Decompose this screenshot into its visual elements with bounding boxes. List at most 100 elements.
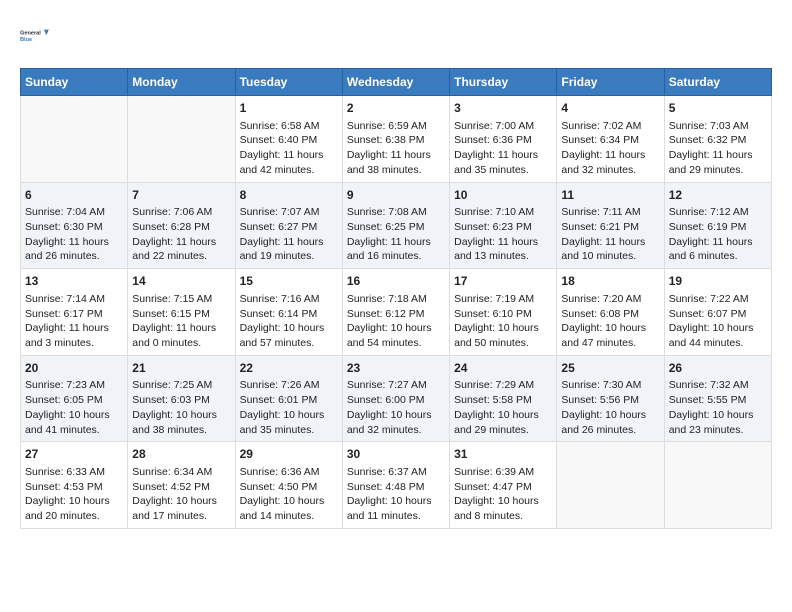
sunrise-text: Sunrise: 7:11 AM [561,205,659,220]
daylight-text: Daylight: 10 hours and 54 minutes. [347,321,445,350]
daylight-text: Daylight: 10 hours and 50 minutes. [454,321,552,350]
day-of-week-header: Thursday [450,69,557,96]
daylight-text: Daylight: 10 hours and 14 minutes. [240,494,338,523]
day-of-week-header: Tuesday [235,69,342,96]
day-number: 25 [561,360,659,377]
sunrise-text: Sunrise: 7:19 AM [454,292,552,307]
sunrise-text: Sunrise: 7:00 AM [454,119,552,134]
day-number: 21 [132,360,230,377]
calendar-day-cell: 19Sunrise: 7:22 AMSunset: 6:07 PMDayligh… [664,269,771,356]
daylight-text: Daylight: 10 hours and 20 minutes. [25,494,123,523]
sunrise-text: Sunrise: 7:27 AM [347,378,445,393]
calendar-day-cell: 3Sunrise: 7:00 AMSunset: 6:36 PMDaylight… [450,96,557,183]
day-number: 12 [669,187,767,204]
day-number: 10 [454,187,552,204]
sunrise-text: Sunrise: 6:39 AM [454,465,552,480]
daylight-text: Daylight: 11 hours and 35 minutes. [454,148,552,177]
logo-icon: GeneralBlue [20,20,52,52]
sunset-text: Sunset: 5:55 PM [669,393,767,408]
day-number: 7 [132,187,230,204]
day-number: 9 [347,187,445,204]
calendar-day-cell: 25Sunrise: 7:30 AMSunset: 5:56 PMDayligh… [557,355,664,442]
daylight-text: Daylight: 11 hours and 6 minutes. [669,235,767,264]
sunrise-text: Sunrise: 7:23 AM [25,378,123,393]
daylight-text: Daylight: 10 hours and 57 minutes. [240,321,338,350]
day-number: 19 [669,273,767,290]
sunrise-text: Sunrise: 7:18 AM [347,292,445,307]
svg-text:General: General [20,30,41,36]
sunrise-text: Sunrise: 7:25 AM [132,378,230,393]
calendar-day-cell: 17 Sunrise: 7:19 AMSunset: 6:10 PMDayligh… [450,269,557,356]
sunset-text: Sunset: 4:53 PM [25,480,123,495]
sunrise-text: Sunrise: 7:02 AM [561,119,659,134]
daylight-text: Daylight: 10 hours and 17 minutes. [132,494,230,523]
sunrise-text: Sunrise: 6:58 AM [240,119,338,134]
calendar-day-cell: 26Sunrise: 7:32 AMSunset: 5:55 PMDayligh… [664,355,771,442]
calendar-day-cell: 8Sunrise: 7:07 AMSunset: 6:27 PMDaylight… [235,182,342,269]
day-of-week-header: Friday [557,69,664,96]
daylight-text: Daylight: 10 hours and 47 minutes. [561,321,659,350]
sunset-text: Sunset: 6:23 PM [454,220,552,235]
sunrise-text: Sunrise: 7:03 AM [669,119,767,134]
sunset-text: Sunset: 6:17 PM [25,307,123,322]
day-number: 14 [132,273,230,290]
daylight-text: Daylight: 11 hours and 22 minutes. [132,235,230,264]
day-of-week-header: Wednesday [342,69,449,96]
sunrise-text: Sunrise: 6:37 AM [347,465,445,480]
calendar-day-cell: 12Sunrise: 7:12 AMSunset: 6:19 PMDayligh… [664,182,771,269]
svg-text:Blue: Blue [20,37,32,43]
day-number: 31 [454,446,552,463]
calendar-header-row: SundayMondayTuesdayWednesdayThursdayFrid… [21,69,772,96]
calendar-day-cell: 31Sunrise: 6:39 AMSunset: 4:47 PMDayligh… [450,442,557,529]
daylight-text: Daylight: 11 hours and 38 minutes. [347,148,445,177]
day-number: 29 [240,446,338,463]
day-number: 3 [454,100,552,117]
daylight-text: Daylight: 11 hours and 0 minutes. [132,321,230,350]
daylight-text: Daylight: 10 hours and 11 minutes. [347,494,445,523]
day-number: 6 [25,187,123,204]
calendar-day-cell: 7Sunrise: 7:06 AMSunset: 6:28 PMDaylight… [128,182,235,269]
daylight-text: Daylight: 11 hours and 10 minutes. [561,235,659,264]
calendar-table: SundayMondayTuesdayWednesdayThursdayFrid… [20,68,772,529]
day-number: 17 [454,273,552,290]
calendar-day-cell: 14Sunrise: 7:15 AMSunset: 6:15 PMDayligh… [128,269,235,356]
day-number: 1 [240,100,338,117]
sunset-text: Sunset: 5:58 PM [454,393,552,408]
logo: GeneralBlue [20,20,52,52]
sunset-text: Sunset: 6:05 PM [25,393,123,408]
calendar-day-cell: 6Sunrise: 7:04 AMSunset: 6:30 PMDaylight… [21,182,128,269]
sunrise-text: Sunrise: 7:22 AM [669,292,767,307]
day-number: 30 [347,446,445,463]
calendar-day-cell: 9Sunrise: 7:08 AMSunset: 6:25 PMDaylight… [342,182,449,269]
day-number: 5 [669,100,767,117]
sunset-text: Sunset: 6:32 PM [669,133,767,148]
sunset-text: Sunset: 6:14 PM [240,307,338,322]
sunset-text: Sunset: 6:38 PM [347,133,445,148]
daylight-text: Daylight: 11 hours and 32 minutes. [561,148,659,177]
day-number: 23 [347,360,445,377]
sunset-text: Sunset: 6:10 PM [454,307,552,322]
calendar-day-cell: 13Sunrise: 7:14 AMSunset: 6:17 PMDayligh… [21,269,128,356]
daylight-text: Daylight: 11 hours and 3 minutes. [25,321,123,350]
sunset-text: Sunset: 6:00 PM [347,393,445,408]
day-number: 28 [132,446,230,463]
daylight-text: Daylight: 10 hours and 29 minutes. [454,408,552,437]
sunset-text: Sunset: 6:07 PM [669,307,767,322]
sunrise-text: Sunrise: 7:06 AM [132,205,230,220]
calendar-day-cell: 22Sunrise: 7:26 AMSunset: 6:01 PMDayligh… [235,355,342,442]
sunset-text: Sunset: 4:48 PM [347,480,445,495]
day-number: 18 [561,273,659,290]
calendar-day-cell [664,442,771,529]
calendar-day-cell: 4Sunrise: 7:02 AMSunset: 6:34 PMDaylight… [557,96,664,183]
sunrise-text: Sunrise: 7:14 AM [25,292,123,307]
sunset-text: Sunset: 4:52 PM [132,480,230,495]
calendar-day-cell [21,96,128,183]
day-number: 2 [347,100,445,117]
sunset-text: Sunset: 4:50 PM [240,480,338,495]
daylight-text: Daylight: 11 hours and 19 minutes. [240,235,338,264]
sunrise-text: Sunrise: 7:29 AM [454,378,552,393]
daylight-text: Daylight: 11 hours and 29 minutes. [669,148,767,177]
calendar-day-cell: 28Sunrise: 6:34 AMSunset: 4:52 PMDayligh… [128,442,235,529]
calendar-week-row: 1Sunrise: 6:58 AMSunset: 6:40 PMDaylight… [21,96,772,183]
calendar-day-cell: 24Sunrise: 7:29 AMSunset: 5:58 PMDayligh… [450,355,557,442]
